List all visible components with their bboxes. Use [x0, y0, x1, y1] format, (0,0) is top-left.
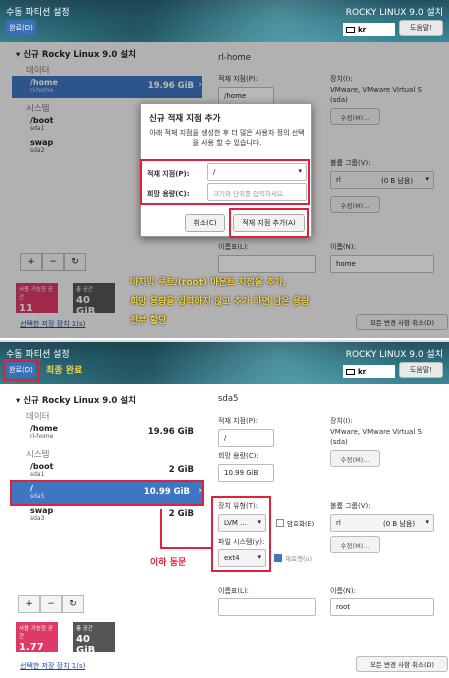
dropdown-arrow-icon: ▾ — [257, 553, 261, 561]
category-system: 시스템 — [26, 450, 50, 460]
annotation-connector — [160, 509, 162, 547]
cancel-button[interactable]: 취소(C) — [185, 214, 225, 232]
keyboard-icon — [346, 368, 355, 375]
size: 2 GiB — [168, 465, 194, 475]
device-label: 장치(I): — [330, 417, 353, 425]
add-partition-button[interactable]: + — [18, 595, 40, 613]
device-type-select[interactable]: LVM ... ▾ — [218, 514, 266, 532]
available-label: 사용 가능한 공간 — [19, 626, 53, 640]
capacity-label: 희망 용량(C): — [218, 452, 259, 460]
filesystem-select[interactable]: ext4 ▾ — [218, 549, 266, 567]
storage-devices-link[interactable]: 선택한 저장 장치 1(s) — [20, 661, 85, 671]
reset-all-button[interactable]: 모든 변경 사항 취소(D) — [356, 656, 448, 672]
keyboard-value: kr — [358, 25, 367, 34]
keyboard-icon — [346, 26, 355, 33]
screenshot-bottom: 수동 파티션 설정 ROCKY LINUX 9.0 설치 완료(D) 최종 완료… — [0, 340, 449, 678]
help-button[interactable]: 도움말! — [399, 362, 443, 378]
volume-group-value: rl — [336, 519, 341, 527]
mount-label: 적재 지점(P): — [218, 417, 259, 425]
remove-partition-button[interactable]: − — [40, 595, 62, 613]
list-item[interactable]: /boot sda1 2 GiB — [12, 460, 202, 482]
final-note: 최종 완료 — [46, 366, 83, 376]
refresh-button[interactable]: ↻ — [62, 595, 84, 613]
annotation-connector — [160, 547, 212, 549]
help-button[interactable]: 도움말! — [399, 20, 443, 36]
dialog-description: 아래 적재 지점을 생성한 후 더 많은 사용자 정의 선택을 사용 할 수 있… — [149, 129, 305, 147]
dropdown-arrow-icon: ▾ — [425, 518, 429, 526]
total-label: 총 공간 — [76, 626, 93, 632]
modify-device-button[interactable]: 수정(M)... — [330, 450, 380, 467]
dialog-mount-label: 적재 지점(P): — [147, 170, 190, 178]
checkbox-box — [274, 554, 282, 562]
add-mount-button[interactable]: 적재 지점 추가(A) — [233, 214, 305, 232]
partition-list: ▾ 신규 Rocky Linux 9.0 설치 데이터 /home rl-hom… — [10, 394, 204, 526]
volume-group-select[interactable]: rl (0 B 남음) ▾ — [330, 514, 434, 532]
total-value: 40 GiB — [76, 634, 96, 656]
device-value-2: (sda) — [330, 438, 348, 446]
keyboard-layout[interactable]: kr — [343, 365, 395, 378]
total-space: 총 공간 40 GiB — [73, 622, 115, 656]
selected-partition-title: sda5 — [218, 394, 239, 404]
mount-input[interactable]: / — [218, 429, 274, 447]
label-input[interactable] — [218, 598, 316, 616]
annotation-line: 전부 할당 — [130, 316, 167, 326]
device-value: VMware, VMware Virtual S — [330, 428, 422, 436]
list-item[interactable]: /home rl-home 19.96 GiB — [12, 422, 202, 444]
done-button[interactable]: 완료(D) — [6, 20, 36, 35]
dialog-mount-value: / — [213, 168, 216, 176]
highlight-box — [3, 359, 40, 381]
dropdown-arrow-icon: ▾ — [298, 167, 302, 175]
install-group-label: 신규 Rocky Linux 9.0 설치 — [23, 396, 136, 406]
encrypt-checkbox[interactable]: 암호화(E) — [276, 518, 314, 528]
filesystem-value: ext4 — [224, 554, 240, 562]
encrypt-label: 암호화(E) — [287, 520, 315, 528]
volume-group-free: (0 B 남음) — [383, 520, 416, 528]
window-title: 수동 파티션 설정 — [6, 8, 70, 18]
capacity-input[interactable]: 10.99 GiB — [218, 464, 274, 482]
volume-group-label: 볼륨 그룹(V): — [330, 502, 371, 510]
dialog-mount-combo[interactable]: / ▾ — [207, 163, 307, 181]
list-item[interactable]: swap sda3 2 GiB — [12, 504, 202, 526]
filesystem-label: 파일 시스템(y): — [218, 538, 265, 546]
header-bar: 수동 파티션 설정 ROCKY LINUX 9.0 설치 완료(D) kr 도움… — [0, 0, 449, 42]
modify-volume-button[interactable]: 수정(M)... — [330, 536, 380, 553]
name-input[interactable]: root — [330, 598, 434, 616]
available-space: 사용 가능한 공간 1.77 MiB — [16, 622, 58, 664]
device-type-value: LVM ... — [224, 519, 247, 527]
category-data: 데이터 — [26, 412, 50, 422]
size: 19.96 GiB — [147, 427, 194, 437]
reformat-checkbox[interactable]: 재포맷(o) — [274, 553, 312, 563]
dialog-capacity-label: 희망 용량(C): — [147, 190, 190, 198]
size: 10.99 GiB — [143, 487, 190, 497]
header-bar: 수동 파티션 설정 ROCKY LINUX 9.0 설치 완료(D) 최종 완료… — [0, 342, 449, 384]
product-title: ROCKY LINUX 9.0 설치 — [345, 350, 443, 360]
label-label: 이름표(L): — [218, 587, 250, 595]
dropdown-arrow-icon: ▾ — [257, 518, 261, 526]
annotation-note: 마지막 루트/(root) 마운트 지점을 추가, 희망 용량을 입력하지 않고… — [130, 274, 309, 331]
dialog-capacity-input[interactable]: 크기와 단위를 입력하세요. — [207, 183, 307, 201]
name-label: 이름(N): — [330, 587, 356, 595]
annotation-line: 마지막 루트/(root) 마운트 지점을 추가, — [130, 278, 287, 288]
install-group[interactable]: ▾ 신규 Rocky Linux 9.0 설치 — [16, 394, 202, 406]
checkbox-box — [276, 519, 284, 527]
add-mount-dialog: 신규 적재 지점 추가 아래 적재 지점을 생성한 후 더 많은 사용자 정의 … — [140, 103, 312, 238]
product-title: ROCKY LINUX 9.0 설치 — [345, 8, 443, 18]
annotation-note: 이하 동문 — [150, 558, 187, 568]
dialog-title: 신규 적재 지점 추가 — [149, 114, 221, 124]
keyboard-layout[interactable]: kr — [343, 23, 395, 36]
partition-toolbar: + − ↻ — [18, 595, 84, 613]
chevron-right-icon: › — [198, 486, 202, 496]
reformat-label: 재포맷(o) — [285, 555, 312, 563]
screenshot-top: 수동 파티션 설정 ROCKY LINUX 9.0 설치 완료(D) kr 도움… — [0, 0, 449, 338]
annotation-line: 희망 용량을 입력하지 않고 추가 하면 남은 용량 — [130, 297, 310, 307]
list-item[interactable]: / sda5 10.99 GiB › — [10, 480, 204, 506]
keyboard-value: kr — [358, 367, 367, 376]
device-type-label: 장치 유형(T): — [218, 502, 259, 510]
size: 2 GiB — [168, 509, 194, 519]
